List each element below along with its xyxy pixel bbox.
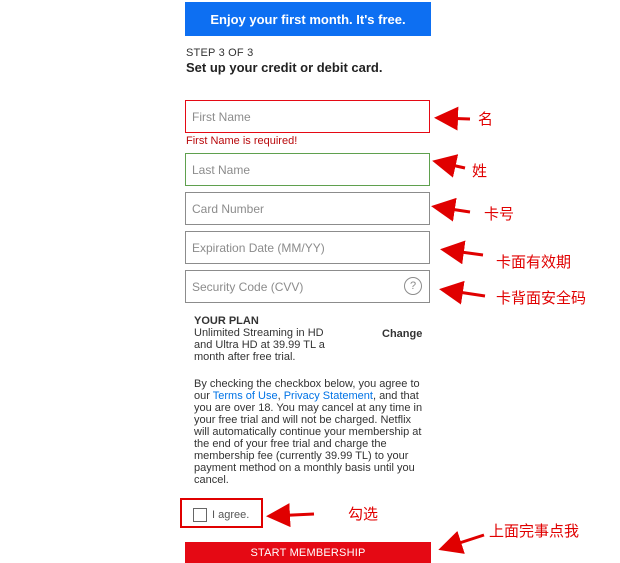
annotation-expiration: 卡面有效期	[496, 253, 572, 271]
annotation-card-number: 卡号	[484, 205, 515, 223]
annotation-last-name: 姓	[472, 162, 488, 180]
annotation-submit: 上面完事点我	[489, 522, 580, 540]
arrow-security-code	[439, 280, 486, 305]
arrow-first-name	[434, 106, 471, 131]
arrow-submit	[438, 531, 485, 554]
arrow-agree	[266, 503, 315, 528]
annotation-agree: 勾选	[348, 505, 379, 523]
arrow-last-name	[432, 154, 466, 178]
arrow-card-number	[431, 197, 471, 222]
annotation-security-code: 卡背面安全码	[496, 289, 587, 307]
annotation-arrows	[266, 106, 486, 554]
annotation-first-name: 名	[478, 110, 494, 128]
arrow-expiration	[440, 240, 484, 265]
